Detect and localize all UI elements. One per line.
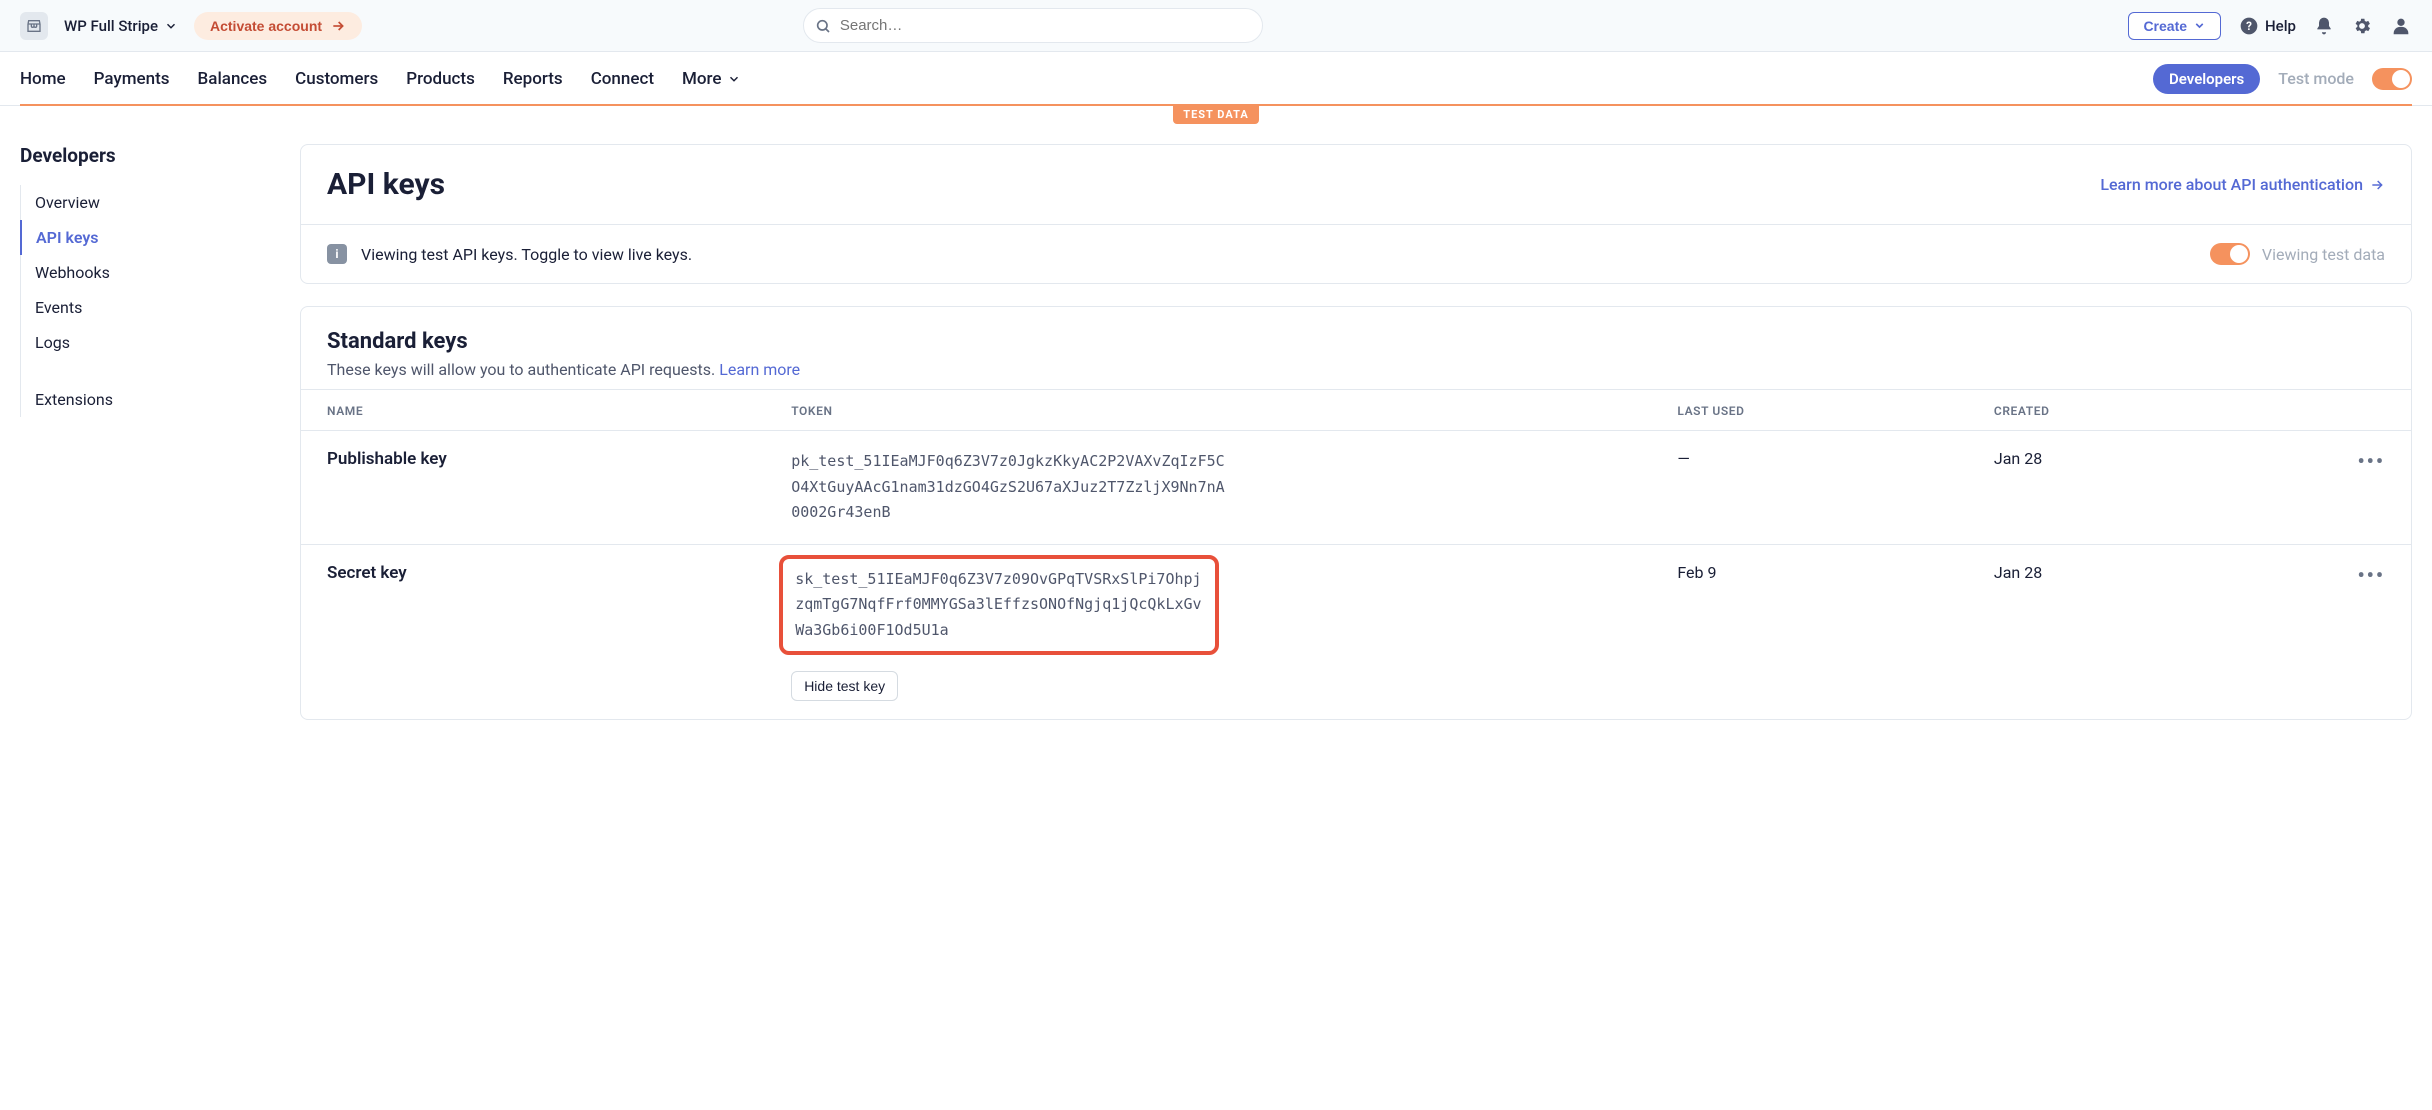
- subtitle-text: These keys will allow you to authenticat…: [327, 360, 719, 379]
- learn-more-label: Learn more about API authentication: [2100, 175, 2363, 194]
- arrow-right-icon: [2369, 177, 2385, 193]
- col-header-token: TOKEN: [765, 390, 1651, 431]
- testmode-label: Test mode: [2278, 69, 2354, 88]
- search-input[interactable]: [803, 8, 1263, 43]
- col-header-actions: [2284, 390, 2411, 431]
- testmode-toggle[interactable]: [2372, 68, 2412, 90]
- standard-keys-learn-more-link[interactable]: Learn more: [719, 360, 800, 379]
- activate-label: Activate account: [210, 18, 322, 34]
- account-name: WP Full Stripe: [64, 17, 158, 35]
- standard-keys-card: Standard keys These keys will allow you …: [300, 306, 2412, 720]
- viewing-test-toggle[interactable]: [2210, 243, 2250, 265]
- notifications-icon[interactable]: [2314, 16, 2334, 36]
- topbar-right: Create ? Help: [2128, 12, 2412, 40]
- sidebar-item-logs[interactable]: Logs: [21, 325, 280, 360]
- chevron-down-icon: [2193, 19, 2206, 32]
- hide-test-key-button[interactable]: Hide test key: [791, 671, 898, 701]
- account-selector[interactable]: WP Full Stripe: [64, 17, 178, 35]
- sidebar-title: Developers: [20, 144, 280, 167]
- row-actions-menu[interactable]: •••: [2357, 449, 2385, 473]
- sidebar-item-events[interactable]: Events: [21, 290, 280, 325]
- standard-keys-title: Standard keys: [327, 329, 2385, 354]
- help-icon: ?: [2239, 16, 2259, 36]
- last-used-cell: Feb 9: [1651, 544, 1968, 719]
- top-bar: WP Full Stripe Activate account Create ?…: [0, 0, 2432, 52]
- page-title: API keys: [327, 167, 445, 202]
- nav-more[interactable]: More: [682, 69, 741, 89]
- table-row: Secret key sk_test_51IEaMJF0q6Z3V7z09OvG…: [301, 544, 2411, 719]
- nav-right: Developers Test mode: [2153, 64, 2412, 94]
- created-cell: Jan 28: [1968, 431, 2285, 545]
- help-label: Help: [2265, 17, 2296, 35]
- row-actions-menu[interactable]: •••: [2357, 563, 2385, 587]
- nav-home[interactable]: Home: [20, 69, 66, 89]
- help-link[interactable]: ? Help: [2239, 16, 2296, 36]
- last-used-cell: —: [1651, 431, 1968, 545]
- page-header-card: API keys Learn more about API authentica…: [300, 144, 2412, 284]
- key-name-cell: Secret key: [301, 544, 765, 719]
- search-icon: [815, 18, 831, 34]
- main-nav: Home Payments Balances Customers Product…: [0, 52, 2432, 106]
- nav-reports[interactable]: Reports: [503, 69, 563, 89]
- standard-keys-subtitle: These keys will allow you to authenticat…: [327, 360, 2385, 379]
- settings-icon[interactable]: [2352, 16, 2372, 36]
- sidebar-item-api-keys[interactable]: API keys: [20, 220, 280, 255]
- learn-more-auth-link[interactable]: Learn more about API authentication: [2100, 175, 2385, 194]
- nav-developers-pill[interactable]: Developers: [2153, 64, 2260, 94]
- nav-payments[interactable]: Payments: [94, 69, 170, 89]
- account-logo: [20, 12, 48, 40]
- create-label: Create: [2143, 18, 2187, 34]
- table-row: Publishable key pk_test_51IEaMJF0q6Z3V7z…: [301, 431, 2411, 545]
- sidebar-item-webhooks[interactable]: Webhooks: [21, 255, 280, 290]
- nav-connect[interactable]: Connect: [591, 69, 654, 89]
- activate-account-button[interactable]: Activate account: [194, 12, 362, 40]
- nav-active-indicator: [20, 104, 2412, 106]
- publishable-key-token[interactable]: pk_test_51IEaMJF0q6Z3V7z0JgkzKkyAC2P2VAX…: [791, 449, 1231, 526]
- sidebar-item-extensions[interactable]: Extensions: [21, 382, 280, 417]
- created-cell: Jan 28: [1968, 544, 2285, 719]
- arrow-right-icon: [330, 18, 346, 34]
- create-button[interactable]: Create: [2128, 12, 2221, 40]
- chevron-down-icon: [164, 19, 178, 33]
- keys-table: NAME TOKEN LAST USED CREATED Publishable…: [301, 389, 2411, 719]
- secret-key-token[interactable]: sk_test_51IEaMJF0q6Z3V7z09OvGPqTVSRxSlPi…: [779, 555, 1219, 656]
- nav-customers[interactable]: Customers: [295, 69, 378, 89]
- nav-more-label: More: [682, 69, 721, 89]
- nav-balances[interactable]: Balances: [198, 69, 268, 89]
- test-keys-notice: Viewing test API keys. Toggle to view li…: [361, 245, 692, 264]
- main-content: API keys Learn more about API authentica…: [300, 144, 2412, 742]
- chevron-down-icon: [727, 72, 741, 86]
- search-container: [803, 8, 1263, 43]
- test-data-badge: TEST DATA: [1173, 105, 1258, 124]
- developers-sidebar: Developers Overview API keys Webhooks Ev…: [20, 144, 280, 742]
- viewing-test-label: Viewing test data: [2262, 245, 2385, 264]
- profile-icon[interactable]: [2390, 15, 2412, 37]
- svg-text:?: ?: [2246, 19, 2252, 33]
- col-header-name: NAME: [301, 390, 765, 431]
- test-badge-wrap: TEST DATA: [0, 105, 2432, 124]
- sidebar-item-overview[interactable]: Overview: [21, 185, 280, 220]
- nav-products[interactable]: Products: [406, 69, 475, 89]
- col-header-created: CREATED: [1968, 390, 2285, 431]
- info-icon: i: [327, 244, 347, 264]
- col-header-last-used: LAST USED: [1651, 390, 1968, 431]
- key-name-cell: Publishable key: [301, 431, 765, 545]
